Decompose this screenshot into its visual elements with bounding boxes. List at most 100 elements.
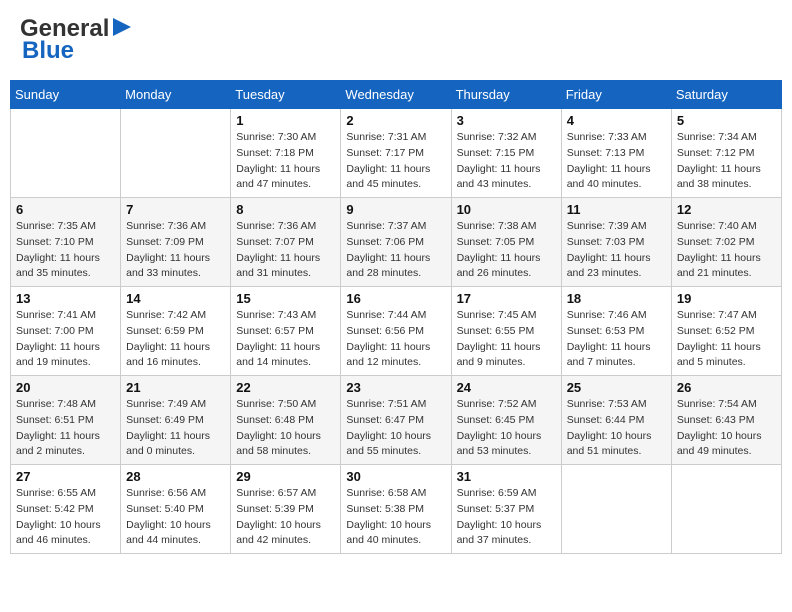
sunset-text: Sunset: 6:49 PM [126, 413, 225, 429]
sunset-text: Sunset: 7:06 PM [346, 235, 445, 251]
daylight-text: Daylight: 11 hours and 0 minutes. [126, 429, 225, 461]
daylight-text: Daylight: 11 hours and 33 minutes. [126, 251, 225, 283]
calendar-cell [11, 109, 121, 198]
daylight-text: Daylight: 11 hours and 12 minutes. [346, 340, 445, 372]
day-number: 14 [126, 291, 225, 306]
day-detail: Sunrise: 6:57 AMSunset: 5:39 PMDaylight:… [236, 486, 335, 549]
day-detail: Sunrise: 7:51 AMSunset: 6:47 PMDaylight:… [346, 397, 445, 460]
daylight-text: Daylight: 11 hours and 38 minutes. [677, 162, 776, 194]
calendar-cell: 4Sunrise: 7:33 AMSunset: 7:13 PMDaylight… [561, 109, 671, 198]
calendar-cell: 2Sunrise: 7:31 AMSunset: 7:17 PMDaylight… [341, 109, 451, 198]
daylight-text: Daylight: 10 hours and 40 minutes. [346, 518, 445, 550]
daylight-text: Daylight: 11 hours and 45 minutes. [346, 162, 445, 194]
day-of-week-header: Wednesday [341, 81, 451, 109]
daylight-text: Daylight: 11 hours and 35 minutes. [16, 251, 115, 283]
daylight-text: Daylight: 11 hours and 5 minutes. [677, 340, 776, 372]
daylight-text: Daylight: 11 hours and 7 minutes. [567, 340, 666, 372]
sunrise-text: Sunrise: 7:41 AM [16, 308, 115, 324]
day-number: 26 [677, 380, 776, 395]
day-detail: Sunrise: 7:45 AMSunset: 6:55 PMDaylight:… [457, 308, 556, 371]
day-detail: Sunrise: 7:30 AMSunset: 7:18 PMDaylight:… [236, 130, 335, 193]
calendar-cell: 19Sunrise: 7:47 AMSunset: 6:52 PMDayligh… [671, 287, 781, 376]
calendar-cell: 16Sunrise: 7:44 AMSunset: 6:56 PMDayligh… [341, 287, 451, 376]
sunset-text: Sunset: 5:39 PM [236, 502, 335, 518]
day-detail: Sunrise: 6:56 AMSunset: 5:40 PMDaylight:… [126, 486, 225, 549]
day-detail: Sunrise: 7:32 AMSunset: 7:15 PMDaylight:… [457, 130, 556, 193]
calendar-cell [561, 465, 671, 554]
calendar-cell: 30Sunrise: 6:58 AMSunset: 5:38 PMDayligh… [341, 465, 451, 554]
calendar-cell: 29Sunrise: 6:57 AMSunset: 5:39 PMDayligh… [231, 465, 341, 554]
day-number: 22 [236, 380, 335, 395]
daylight-text: Daylight: 11 hours and 19 minutes. [16, 340, 115, 372]
day-number: 1 [236, 113, 335, 128]
sunrise-text: Sunrise: 7:47 AM [677, 308, 776, 324]
sunrise-text: Sunrise: 7:40 AM [677, 219, 776, 235]
day-detail: Sunrise: 6:58 AMSunset: 5:38 PMDaylight:… [346, 486, 445, 549]
calendar-week-row: 20Sunrise: 7:48 AMSunset: 6:51 PMDayligh… [11, 376, 782, 465]
daylight-text: Daylight: 10 hours and 58 minutes. [236, 429, 335, 461]
day-of-week-header: Thursday [451, 81, 561, 109]
calendar-cell: 6Sunrise: 7:35 AMSunset: 7:10 PMDaylight… [11, 198, 121, 287]
logo-blue: Blue [22, 37, 74, 65]
day-number: 11 [567, 202, 666, 217]
day-number: 20 [16, 380, 115, 395]
calendar-cell [671, 465, 781, 554]
day-number: 21 [126, 380, 225, 395]
day-number: 4 [567, 113, 666, 128]
calendar-cell: 26Sunrise: 7:54 AMSunset: 6:43 PMDayligh… [671, 376, 781, 465]
sunset-text: Sunset: 6:57 PM [236, 324, 335, 340]
sunrise-text: Sunrise: 7:54 AM [677, 397, 776, 413]
day-number: 17 [457, 291, 556, 306]
day-number: 24 [457, 380, 556, 395]
day-number: 9 [346, 202, 445, 217]
calendar-cell: 20Sunrise: 7:48 AMSunset: 6:51 PMDayligh… [11, 376, 121, 465]
day-detail: Sunrise: 7:38 AMSunset: 7:05 PMDaylight:… [457, 219, 556, 282]
sunrise-text: Sunrise: 7:51 AM [346, 397, 445, 413]
calendar-cell: 3Sunrise: 7:32 AMSunset: 7:15 PMDaylight… [451, 109, 561, 198]
sunset-text: Sunset: 5:37 PM [457, 502, 556, 518]
sunset-text: Sunset: 7:17 PM [346, 146, 445, 162]
calendar-week-row: 13Sunrise: 7:41 AMSunset: 7:00 PMDayligh… [11, 287, 782, 376]
calendar-cell: 5Sunrise: 7:34 AMSunset: 7:12 PMDaylight… [671, 109, 781, 198]
day-number: 25 [567, 380, 666, 395]
daylight-text: Daylight: 11 hours and 47 minutes. [236, 162, 335, 194]
daylight-text: Daylight: 11 hours and 28 minutes. [346, 251, 445, 283]
calendar-cell [121, 109, 231, 198]
day-number: 27 [16, 469, 115, 484]
sunset-text: Sunset: 6:45 PM [457, 413, 556, 429]
sunset-text: Sunset: 7:02 PM [677, 235, 776, 251]
sunset-text: Sunset: 7:12 PM [677, 146, 776, 162]
day-of-week-header: Friday [561, 81, 671, 109]
calendar-cell: 23Sunrise: 7:51 AMSunset: 6:47 PMDayligh… [341, 376, 451, 465]
sunrise-text: Sunrise: 7:48 AM [16, 397, 115, 413]
daylight-text: Daylight: 11 hours and 14 minutes. [236, 340, 335, 372]
calendar-cell: 7Sunrise: 7:36 AMSunset: 7:09 PMDaylight… [121, 198, 231, 287]
sunrise-text: Sunrise: 7:33 AM [567, 130, 666, 146]
day-number: 18 [567, 291, 666, 306]
sunrise-text: Sunrise: 7:50 AM [236, 397, 335, 413]
day-detail: Sunrise: 7:37 AMSunset: 7:06 PMDaylight:… [346, 219, 445, 282]
daylight-text: Daylight: 11 hours and 9 minutes. [457, 340, 556, 372]
calendar-cell: 21Sunrise: 7:49 AMSunset: 6:49 PMDayligh… [121, 376, 231, 465]
calendar-cell: 18Sunrise: 7:46 AMSunset: 6:53 PMDayligh… [561, 287, 671, 376]
daylight-text: Daylight: 11 hours and 16 minutes. [126, 340, 225, 372]
calendar-cell: 25Sunrise: 7:53 AMSunset: 6:44 PMDayligh… [561, 376, 671, 465]
sunset-text: Sunset: 7:07 PM [236, 235, 335, 251]
sunset-text: Sunset: 6:47 PM [346, 413, 445, 429]
sunrise-text: Sunrise: 6:59 AM [457, 486, 556, 502]
sunrise-text: Sunrise: 7:52 AM [457, 397, 556, 413]
calendar-cell: 12Sunrise: 7:40 AMSunset: 7:02 PMDayligh… [671, 198, 781, 287]
sunrise-text: Sunrise: 7:38 AM [457, 219, 556, 235]
sunrise-text: Sunrise: 7:36 AM [236, 219, 335, 235]
day-detail: Sunrise: 7:34 AMSunset: 7:12 PMDaylight:… [677, 130, 776, 193]
day-of-week-header: Monday [121, 81, 231, 109]
sunset-text: Sunset: 5:40 PM [126, 502, 225, 518]
day-number: 7 [126, 202, 225, 217]
day-number: 2 [346, 113, 445, 128]
daylight-text: Daylight: 10 hours and 46 minutes. [16, 518, 115, 550]
sunrise-text: Sunrise: 6:57 AM [236, 486, 335, 502]
calendar-cell: 22Sunrise: 7:50 AMSunset: 6:48 PMDayligh… [231, 376, 341, 465]
day-detail: Sunrise: 6:55 AMSunset: 5:42 PMDaylight:… [16, 486, 115, 549]
sunset-text: Sunset: 7:03 PM [567, 235, 666, 251]
calendar-cell: 31Sunrise: 6:59 AMSunset: 5:37 PMDayligh… [451, 465, 561, 554]
